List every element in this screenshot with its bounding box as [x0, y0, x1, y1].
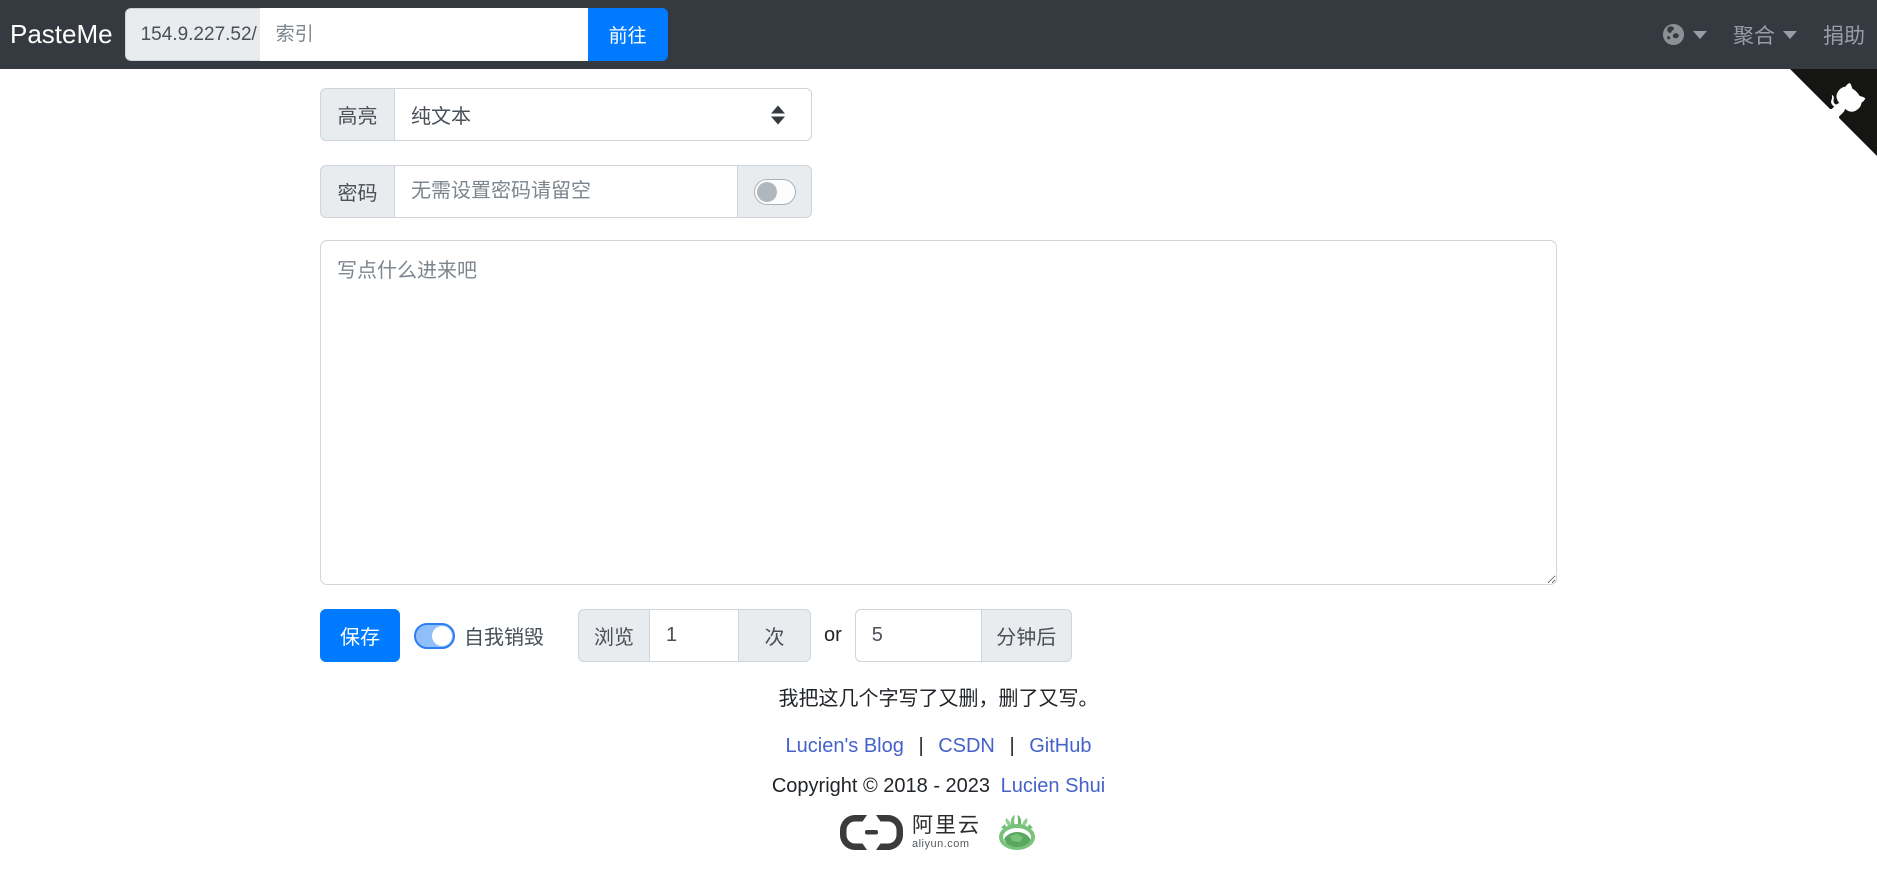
author-link[interactable]: Lucien Shui — [1001, 775, 1106, 797]
paste-form: 高亮 纯文本 密码 保存 自我销毁 浏览 次 or — [320, 88, 1557, 851]
save-button[interactable]: 保存 — [320, 609, 400, 662]
toggle-knob — [432, 625, 452, 646]
donate-label: 捐助 — [1823, 24, 1865, 48]
link-csdn[interactable]: CSDN — [938, 735, 995, 757]
highlight-group: 高亮 纯文本 — [320, 88, 812, 141]
footer-motto: 我把这几个字写了又删，删了又写。 — [778, 688, 1099, 710]
donate-link[interactable]: 捐助 — [1823, 20, 1865, 50]
aliyun-name: 阿里云 — [912, 813, 981, 837]
up-down-arrows-icon — [771, 105, 785, 124]
views-label: 浏览 — [578, 609, 649, 662]
chevron-down-icon — [1693, 30, 1707, 39]
highlight-selected-value: 纯文本 — [411, 106, 471, 128]
aggregate-dropdown[interactable]: 聚合 — [1733, 20, 1797, 50]
aliyun-brackets-icon — [840, 814, 903, 850]
highlight-label: 高亮 — [320, 88, 394, 141]
link-separator: | — [1009, 735, 1015, 757]
aliyun-logo[interactable]: 阿里云 aliyun.com — [840, 814, 981, 850]
url-prefix-addon: 154.9.227.52/ — [124, 8, 260, 61]
self-destruct-toggle[interactable] — [414, 622, 455, 649]
highlight-select[interactable]: 纯文本 — [394, 88, 812, 141]
moeicp-wreath-icon[interactable] — [997, 813, 1037, 851]
content-textarea[interactable] — [320, 240, 1557, 585]
aggregate-label: 聚合 — [1733, 24, 1775, 48]
views-unit-label: 次 — [739, 609, 811, 662]
aliyun-domain: aliyun.com — [912, 837, 970, 850]
save-controls-row: 保存 自我销毁 浏览 次 or 分钟后 — [320, 609, 1557, 662]
index-search-input[interactable] — [259, 8, 588, 61]
page-footer: 我把这几个字写了又删，删了又写。 Lucien's Blog | CSDN | … — [320, 682, 1557, 851]
link-lucien-blog[interactable]: Lucien's Blog — [786, 735, 904, 757]
views-count-group: 浏览 次 — [578, 609, 811, 662]
footer-links: Lucien's Blog | CSDN | GitHub — [320, 735, 1557, 758]
password-toggle-cell — [738, 165, 812, 218]
views-count-input[interactable] — [649, 609, 739, 662]
navbar-search-group: 154.9.227.52/ 前往 — [124, 8, 668, 61]
aliyun-logo-text: 阿里云 aliyun.com — [912, 815, 981, 850]
globe-icon — [1662, 23, 1685, 46]
self-destruct-label: 自我销毁 — [464, 627, 544, 649]
link-github[interactable]: GitHub — [1029, 735, 1091, 757]
chevron-down-icon — [1783, 30, 1797, 39]
copyright-line: Copyright © 2018 - 2023 Lucien Shui — [320, 775, 1557, 798]
toggle-knob — [756, 181, 777, 202]
minutes-unit-label: 分钟后 — [981, 609, 1072, 662]
password-input[interactable] — [394, 165, 738, 218]
minutes-group: 分钟后 — [854, 609, 1072, 662]
navbar-right-menu: 聚合 捐助 — [1636, 20, 1865, 50]
go-button[interactable]: 前往 — [587, 8, 668, 61]
footer-logos: 阿里云 aliyun.com — [320, 813, 1557, 851]
link-separator: | — [918, 735, 924, 757]
password-group: 密码 — [320, 165, 812, 218]
or-label: or — [824, 624, 842, 646]
github-corner-ribbon[interactable] — [1790, 69, 1877, 156]
password-label: 密码 — [320, 165, 394, 218]
minutes-input[interactable] — [854, 609, 982, 662]
language-dropdown[interactable] — [1662, 23, 1707, 46]
top-navbar: PasteMe 154.9.227.52/ 前往 聚合 捐助 — [0, 0, 1877, 69]
brand-pasteme[interactable]: PasteMe — [10, 19, 113, 50]
copyright-text: Copyright © 2018 - 2023 — [771, 775, 991, 797]
password-visibility-toggle[interactable] — [753, 178, 796, 205]
